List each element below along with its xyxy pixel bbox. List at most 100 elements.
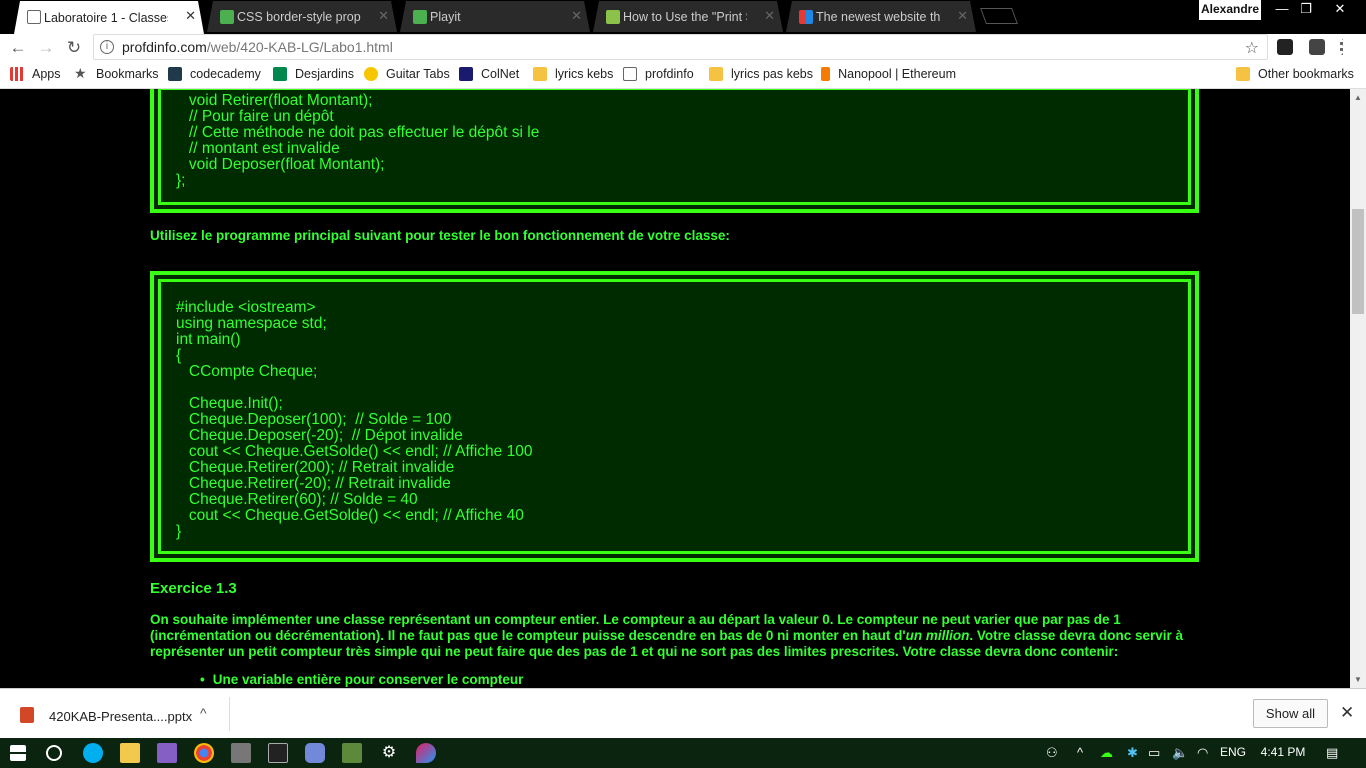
- download-bar: 420KAB-Presenta....pptx ^ Show all ✕: [0, 688, 1366, 738]
- bookmark-star-icon[interactable]: ☆: [1245, 38, 1259, 58]
- bookmark-lyrics-kebs[interactable]: lyrics kebs: [533, 67, 613, 81]
- scroll-down-icon[interactable]: ▼: [1354, 675, 1362, 684]
- bookmark-label: Apps: [32, 67, 61, 81]
- app-icon[interactable]: [416, 743, 436, 763]
- desjardins-icon: [273, 67, 287, 81]
- app-icon[interactable]: [231, 743, 251, 763]
- visual-studio-icon[interactable]: [157, 743, 177, 763]
- exercise-heading: Exercice 1.3: [150, 580, 237, 597]
- website-icon: [799, 10, 813, 24]
- code-text: void Retirer(float Montant); // Pour fai…: [176, 92, 540, 189]
- windows-start-icon[interactable]: [10, 745, 26, 761]
- scroll-up-icon[interactable]: ▲: [1354, 93, 1362, 102]
- code-block-class: void Retirer(float Montant); // Pour fai…: [150, 89, 1199, 213]
- menu-icon[interactable]: [1340, 39, 1346, 55]
- bookmark-desjardins[interactable]: Desjardins: [273, 67, 354, 81]
- scrollbar-thumb[interactable]: [1352, 209, 1364, 314]
- bookmark-other[interactable]: Other bookmarks: [1236, 67, 1354, 81]
- cortana-icon[interactable]: [46, 745, 62, 761]
- profile-button[interactable]: Alexandre: [1199, 0, 1261, 20]
- tab-close-icon[interactable]: ✕: [378, 8, 389, 24]
- download-options-icon[interactable]: ^: [200, 705, 207, 721]
- bookmark-codecademy[interactable]: codecademy: [168, 67, 261, 81]
- url-path: /web/420-KAB-LG/Labo1.html: [206, 39, 393, 55]
- tab-print-screen[interactable]: How to Use the "Print Sc ✕: [593, 1, 783, 32]
- bookmark-guitar-tabs[interactable]: Guitar Tabs: [364, 67, 450, 81]
- maximize-icon[interactable]: ❐: [1294, 0, 1318, 20]
- wifi-icon[interactable]: ◠: [1197, 745, 1208, 761]
- show-all-button[interactable]: Show all: [1253, 699, 1328, 728]
- settings-gear-icon[interactable]: ⚙: [379, 743, 399, 763]
- tab-close-icon[interactable]: ✕: [571, 8, 582, 24]
- bookmark-lyrics-pas-kebs[interactable]: lyrics pas kebs: [709, 67, 813, 81]
- bookmark-label: Other bookmarks: [1258, 67, 1354, 81]
- page-icon: [27, 10, 41, 24]
- bookmark-label: ColNet: [481, 67, 520, 81]
- volume-icon[interactable]: 🔈: [1172, 745, 1188, 761]
- page-content: void Retirer(float Montant); // Pour fai…: [0, 89, 1350, 688]
- guitar-tabs-icon: [364, 67, 378, 81]
- skype-extension-icon[interactable]: [1309, 39, 1325, 55]
- tab-close-icon[interactable]: ✕: [764, 8, 775, 24]
- bookmark-label: Desjardins: [295, 67, 355, 81]
- url-host: profdinfo.com: [122, 39, 207, 55]
- tab-strip: Laboratoire 1 - Classes et ✕ CSS border-…: [0, 0, 1366, 34]
- grammarly-extension-icon[interactable]: [1277, 39, 1293, 55]
- command-prompt-icon[interactable]: [268, 743, 288, 763]
- info-icon[interactable]: i: [100, 40, 114, 54]
- bluetooth-icon[interactable]: ✱: [1127, 745, 1138, 761]
- vertical-scrollbar[interactable]: ▲ ▼: [1350, 89, 1366, 688]
- reload-icon[interactable]: ↻: [64, 38, 84, 58]
- skype-icon[interactable]: [83, 743, 103, 763]
- forward-icon[interactable]: →: [36, 38, 56, 58]
- download-file-name[interactable]: 420KAB-Presenta....pptx: [49, 709, 192, 724]
- new-tab-button[interactable]: [980, 8, 1018, 24]
- cloud-icon[interactable]: ☁: [1100, 745, 1113, 761]
- minecraft-icon[interactable]: [342, 743, 362, 763]
- intro-text: Utilisez le programme principal suivant …: [150, 228, 730, 243]
- bookmark-profdinfo[interactable]: profdinfo: [623, 67, 694, 81]
- url-text[interactable]: profdinfo.com/web/420-KAB-LG/Labo1.html: [122, 39, 393, 55]
- bookmark-nanopool[interactable]: Nanopool | Ethereum: [821, 67, 956, 81]
- close-download-bar-icon[interactable]: ✕: [1340, 703, 1354, 723]
- minimize-icon[interactable]: —: [1270, 0, 1294, 20]
- tab-title: Laboratoire 1 - Classes et: [44, 10, 167, 25]
- star-icon: ★: [74, 65, 87, 81]
- clock[interactable]: 4:41 PM: [1253, 745, 1313, 759]
- bookmark-colnet[interactable]: ColNet: [459, 67, 519, 81]
- taskbar: ⚙ ⚇ ^ ☁ ✱ ▭ 🔈 ◠ ENG 4:41 PM ▤: [0, 738, 1366, 768]
- tab-close-icon[interactable]: ✕: [957, 8, 968, 24]
- bookmark-label: lyrics pas kebs: [731, 67, 813, 81]
- close-window-icon[interactable]: ✕: [1328, 0, 1352, 20]
- chevron-up-icon[interactable]: ^: [1077, 745, 1083, 760]
- bookmark-bookmarks[interactable]: ★ Bookmarks: [74, 65, 159, 81]
- bookmark-label: Guitar Tabs: [386, 67, 450, 81]
- tab-css-border[interactable]: CSS border-style propert ✕: [207, 1, 397, 32]
- tab-close-icon[interactable]: ✕: [185, 8, 196, 24]
- tab-title: How to Use the "Print Sc: [623, 9, 747, 24]
- bookmark-apps[interactable]: Apps: [10, 67, 61, 81]
- battery-icon[interactable]: ▭: [1148, 745, 1160, 761]
- address-bar[interactable]: i profdinfo.com/web/420-KAB-LG/Labo1.htm…: [93, 34, 1268, 60]
- apps-grid-icon: [10, 67, 24, 81]
- list-item: • Une variable entière pour conserver le …: [200, 672, 523, 687]
- discord-icon[interactable]: [305, 743, 325, 763]
- bookmarks-bar: Apps ★ Bookmarks codecademy Desjardins Gu…: [0, 61, 1366, 89]
- bookmark-label: Nanopool | Ethereum: [838, 67, 956, 81]
- bullet-icon: •: [200, 672, 205, 687]
- bookmark-label: codecademy: [190, 67, 261, 81]
- code-text: #include <iostream> using namespace std;…: [176, 299, 533, 540]
- chrome-icon[interactable]: [194, 743, 214, 763]
- download-divider: [229, 697, 230, 731]
- language-indicator[interactable]: ENG: [1220, 745, 1246, 759]
- people-icon[interactable]: ⚇: [1046, 745, 1058, 761]
- tab-newest-website[interactable]: The newest website then ✕: [786, 1, 976, 32]
- bookmark-label: lyrics kebs: [555, 67, 614, 81]
- playit-icon: [413, 10, 427, 24]
- file-explorer-icon[interactable]: [120, 743, 140, 763]
- back-icon[interactable]: ←: [8, 38, 28, 58]
- exercise-paragraph: On souhaite implémenter une classe repré…: [150, 612, 1210, 660]
- tab-laboratoire[interactable]: Laboratoire 1 - Classes et ✕: [14, 1, 204, 34]
- tab-playit[interactable]: Playit ✕: [400, 1, 590, 32]
- notifications-icon[interactable]: ▤: [1326, 745, 1338, 761]
